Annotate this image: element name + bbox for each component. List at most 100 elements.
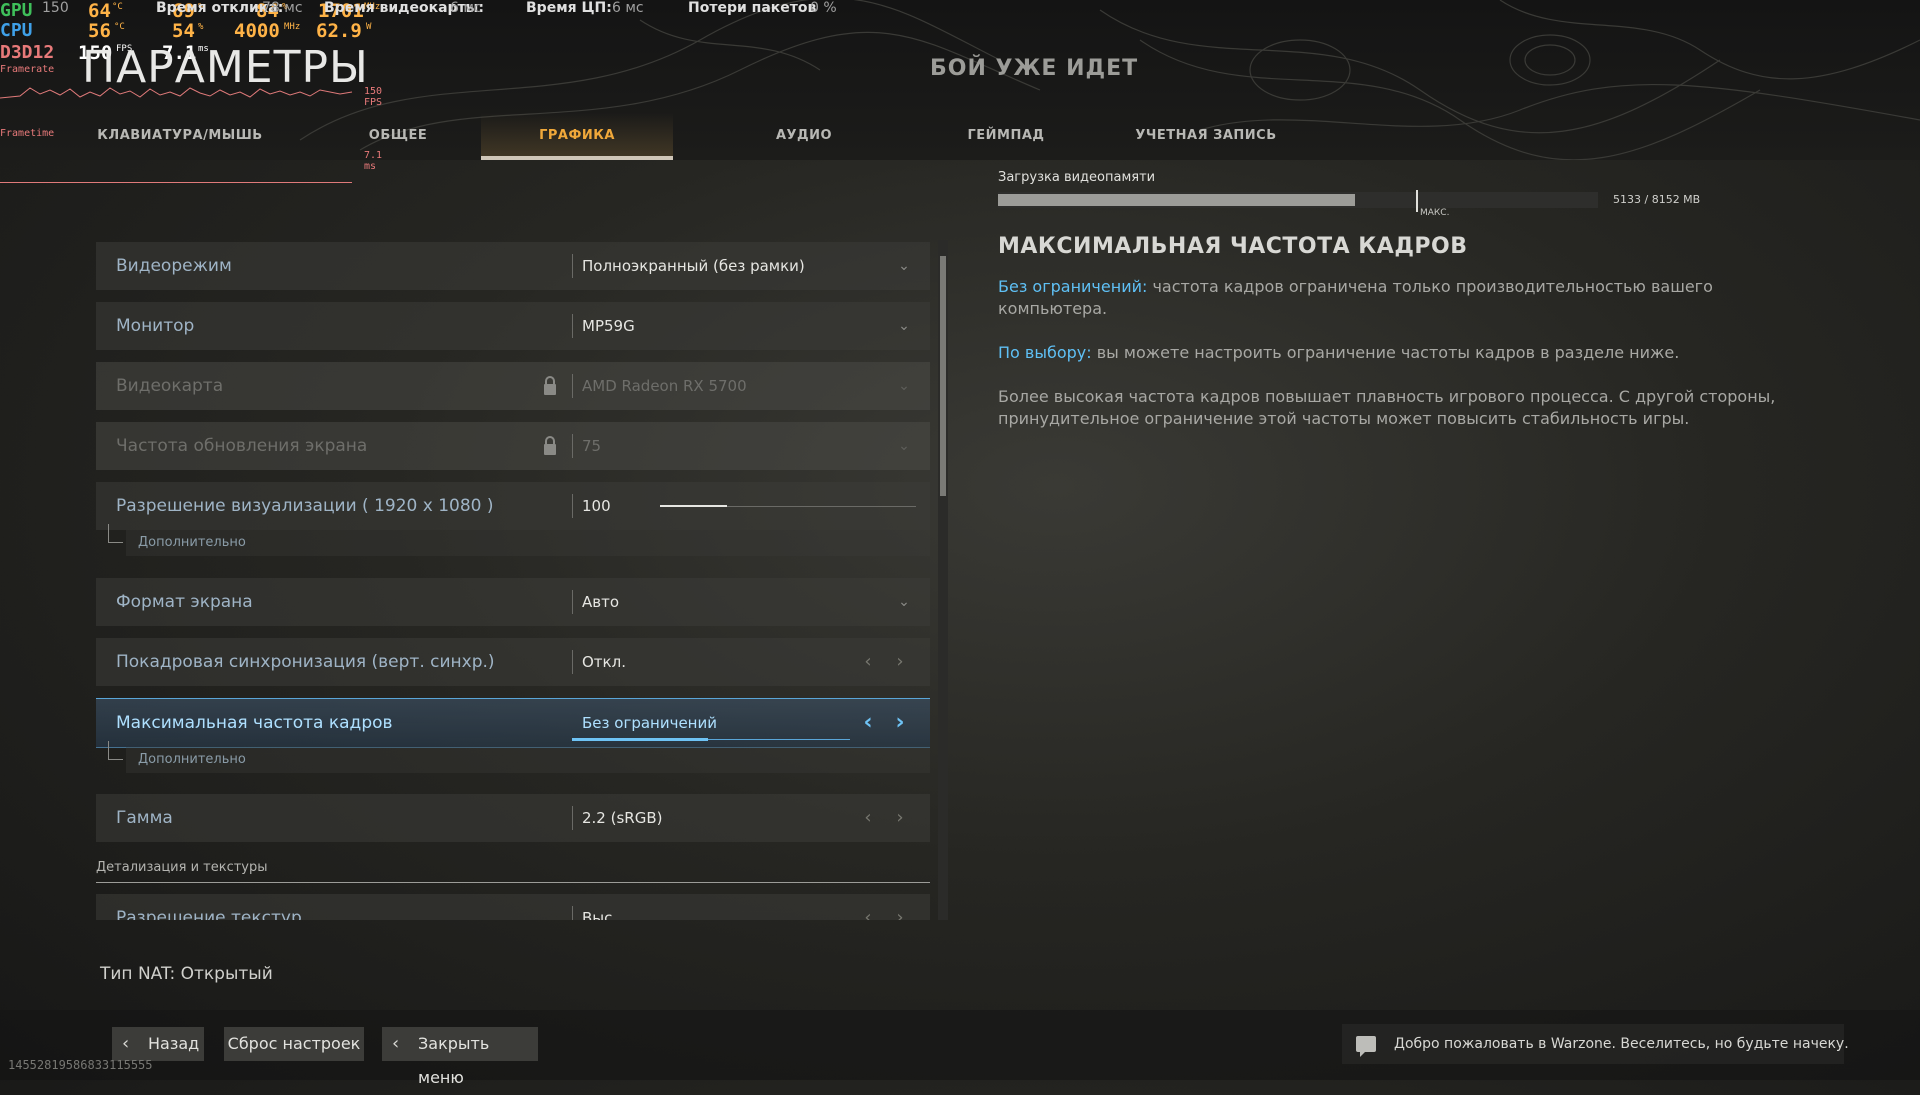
setting-value: Откл. (582, 653, 626, 671)
setting-label: Монитор (116, 316, 195, 336)
vram-max-marker (1416, 190, 1418, 212)
welcome-message: Добро пожаловать в Warzone. Веселитесь, … (1342, 1024, 1849, 1064)
tree-elbow (108, 741, 123, 760)
nat-type: Тип NAT: Открытый (100, 964, 273, 984)
value-arrows: ‹ › (856, 711, 916, 735)
divider (572, 434, 573, 458)
tab-gamepad[interactable]: ГЕЙМПАД (946, 112, 1066, 160)
value-arrows: ‹ › (856, 650, 916, 674)
osd-frametime-graph (0, 182, 352, 183)
chevron-left-icon[interactable]: ‹ (856, 906, 880, 920)
chevron-left-icon: ‹ (122, 1033, 130, 1054)
close-menu-button[interactable]: ‹ Закрыть меню (382, 1027, 538, 1087)
reset-button[interactable]: Сброс настроек (224, 1027, 364, 1061)
setting-value: AMD Radeon RX 5700 (582, 377, 747, 395)
setting-max-fps[interactable]: Максимальная частота кадров Без ограниче… (96, 698, 930, 748)
settings-tabs: КЛАВИАТУРА/МЫШЬ ОБЩЕЕ ГРАФИКА АУДИО ГЕЙМ… (80, 112, 1310, 160)
osd-cpu-label: CPU (0, 20, 33, 41)
netstat-packet-loss-label: Потери пакетов (688, 0, 817, 16)
setting-label: Гамма (116, 808, 173, 828)
netstat-cpu-time-value: 6 мс (612, 0, 644, 16)
value-arrows: ‹ › (856, 806, 916, 830)
osd-cpu-clock: 4000 (234, 20, 280, 42)
setting-label: Видеокарта (116, 376, 224, 396)
chevron-left-icon[interactable]: ‹ (856, 650, 880, 674)
settings-scrollbar[interactable] (938, 240, 948, 920)
chevron-down-icon[interactable]: ⌄ (894, 316, 914, 336)
setting-value: 100 (582, 497, 611, 515)
info-highlight: Без ограничений: (998, 277, 1148, 296)
chevron-right-icon[interactable]: › (888, 711, 912, 735)
vram-usage-fill (998, 194, 1355, 206)
osd-cpu-temp: 56 (88, 20, 111, 42)
advanced-max-fps[interactable]: Дополнительно (96, 741, 930, 773)
divider (572, 314, 573, 338)
chevron-right-icon[interactable]: › (888, 906, 912, 920)
setting-value: 75 (582, 437, 602, 455)
osd-api-label: D3D12 (0, 42, 55, 63)
setting-gamma[interactable]: Гамма 2.2 (sRGB) ‹ › (96, 794, 930, 842)
osd-cpu-clock-unit: MHz (284, 22, 301, 32)
setting-label: Частота обновления экрана (116, 436, 368, 456)
osd-framerate-label: Framerate (0, 64, 55, 75)
chevron-right-icon[interactable]: › (888, 650, 912, 674)
chevron-left-icon[interactable]: ‹ (856, 806, 880, 830)
chevron-down-icon[interactable]: ⌄ (894, 256, 914, 276)
advanced-render-resolution[interactable]: Дополнительно (96, 524, 930, 556)
info-highlight: По выбору: (998, 343, 1092, 362)
vram-max-label: МАКС. (1420, 208, 1450, 218)
divider (572, 494, 573, 518)
chevron-down-icon: ⌄ (898, 438, 910, 454)
netstat-fps: 150 (42, 0, 69, 16)
divider (572, 650, 573, 674)
osd-cpu-power-unit: W (366, 22, 372, 32)
setting-label: Видеорежим (116, 256, 232, 276)
chevron-left-icon[interactable]: ‹ (856, 711, 880, 735)
setting-value: 2.2 (sRGB) (582, 809, 663, 827)
setting-vsync[interactable]: Покадровая синхронизация (верт. синхр.) … (96, 638, 930, 686)
chevron-down-icon: ⌄ (898, 378, 910, 394)
setting-video-mode[interactable]: Видеорежим Полноэкранный (без рамки) ⌄ (96, 242, 930, 290)
chevron-down-icon[interactable]: ⌄ (894, 592, 914, 612)
setting-gpu: Видеокарта AMD Radeon RX 5700 ⌄ (96, 362, 930, 410)
info-paragraph-1: Без ограничений: частота кадров ограниче… (998, 276, 1798, 320)
setting-label: Разрешение текстур (116, 908, 302, 920)
setting-aspect-ratio[interactable]: Формат экрана Авто ⌄ (96, 578, 930, 626)
tab-keyboard-mouse[interactable]: КЛАВИАТУРА/МЫШЬ (90, 112, 270, 160)
setting-value: Выс. (582, 909, 618, 920)
vram-usage-bar: МАКС. (998, 190, 1598, 218)
osd-cpu-temp-unit: °C (114, 22, 125, 32)
setting-monitor[interactable]: Монитор MP59G ⌄ (96, 302, 930, 350)
value-arrows: ‹ › (856, 906, 916, 920)
setting-value: MP59G (582, 317, 635, 335)
netstat-gpu-time-value: 6 мс (450, 0, 482, 16)
divider (572, 806, 573, 830)
setting-render-resolution[interactable]: Разрешение визуализации ( 1920 x 1080 ) … (96, 482, 930, 530)
netstat-latency-value: 78 мс (262, 0, 303, 16)
advanced-label: Дополнительно (126, 747, 930, 773)
performance-overlay: GPU 64 °C 69 % 84 % 1701 MHz CPU 56 °C 5… (0, 0, 382, 190)
osd-cpu-load: 54 (172, 20, 195, 42)
lock-icon (544, 436, 556, 455)
info-text: вы можете настроить ограничение частоты … (1091, 343, 1680, 362)
vram-usage-text: 5133 / 8152 MB (1613, 193, 1701, 206)
settings-list: Видеорежим Полноэкранный (без рамки) ⌄ М… (96, 238, 930, 920)
back-button[interactable]: ‹ Назад (112, 1027, 204, 1061)
info-title: МАКСИМАЛЬНАЯ ЧАСТОТА КАДРОВ (998, 234, 1468, 259)
advanced-label: Дополнительно (126, 530, 930, 556)
chat-icon (1356, 1036, 1376, 1057)
netstat-packet-loss-value: 0 % (810, 0, 837, 16)
chevron-right-icon[interactable]: › (888, 806, 912, 830)
tab-account[interactable]: УЧЕТНАЯ ЗАПИСЬ (1106, 112, 1306, 160)
setting-value: Авто (582, 593, 620, 611)
tab-graphics[interactable]: ГРАФИКА (481, 112, 673, 160)
welcome-text: Добро пожаловать в Warzone. Веселитесь, … (1394, 1036, 1849, 1052)
lock-icon (544, 376, 556, 395)
section-divider (96, 882, 930, 883)
setting-label: Разрешение визуализации ( 1920 x 1080 ) (116, 496, 494, 516)
scrollbar-thumb[interactable] (940, 256, 946, 496)
setting-texture-resolution[interactable]: Разрешение текстур Выс. ‹ › (96, 894, 930, 920)
tab-audio[interactable]: АУДИО (748, 112, 860, 160)
tab-general[interactable]: ОБЩЕЕ (338, 112, 458, 160)
setting-refresh-rate: Частота обновления экрана 75 ⌄ (96, 422, 930, 470)
